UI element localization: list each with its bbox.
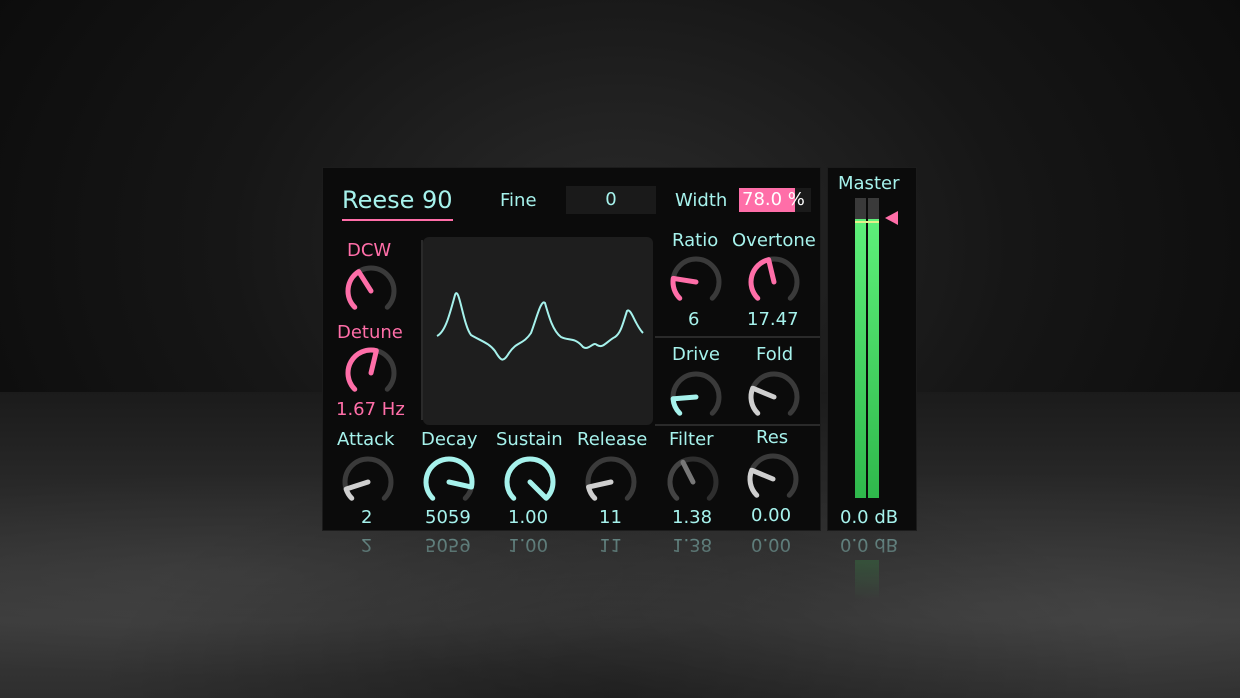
overtone-knob[interactable] [745,253,803,311]
knob-arc [423,456,475,501]
ratio-knob-graphic [670,256,722,301]
knob-track [342,456,394,501]
meter-right [868,198,879,498]
ratio-knob[interactable] [667,253,725,311]
detune-knob[interactable] [342,344,400,402]
fine-label: Fine [500,190,537,211]
attack-knob[interactable] [339,453,397,511]
drive-label: Drive [672,344,720,365]
sustain-knob[interactable] [501,453,559,511]
knob-needle [680,459,696,485]
panel-reflection: 2 5059 1.00 11 1.38 0.00 0.0 dB [323,530,916,600]
knob-arc [748,257,772,301]
res-knob-graphic [747,453,799,498]
drive-knob-graphic [670,371,722,416]
knob-arc [504,456,556,501]
filter-value: 1.38 [672,507,713,528]
master-label: Master [838,173,900,194]
harmonics-divider-1 [655,336,820,338]
knob-needle [671,276,699,285]
reflect-master-value: 0.0 dB [840,534,899,555]
attack-knob-graphic [342,456,394,501]
harmonics-divider-2 [655,424,820,426]
sustain-knob-graphic [504,456,556,501]
knob-needle [766,258,777,285]
reflect-sustain-value: 1.00 [508,534,549,555]
drive-knob[interactable] [667,368,725,426]
knob-needle [750,468,776,482]
filter-knob[interactable] [664,453,722,511]
reflect-meter [855,560,879,600]
knob-track [748,371,800,416]
release-label: Release [577,429,648,450]
ratio-label: Ratio [672,230,719,251]
overtone-label: Overtone [732,230,816,251]
knob-needle [587,479,614,490]
attack-label: Attack [337,429,395,450]
fold-knob[interactable] [745,368,803,426]
release-value: 11 [599,507,622,528]
knob-arc [345,269,362,310]
overtone-value: 17.47 [747,309,799,330]
width-field[interactable]: 78.0 % [739,188,811,212]
master-value: 0.0 dB [840,507,899,528]
res-value: 0.00 [751,505,792,526]
width-value: 78.0 % [742,189,805,210]
decay-knob-graphic [423,456,475,501]
decay-knob[interactable] [420,453,478,511]
detune-value: 1.67 Hz [336,399,405,420]
meter-right-fill [868,219,879,498]
detune-knob-graphic [345,347,397,392]
master-level-triangle-icon[interactable] [885,211,898,225]
knob-needle [527,479,549,501]
knob-needle [751,386,777,400]
fine-value: 0 [605,189,617,210]
device-title-underline [342,219,453,221]
width-label: Width [675,190,728,211]
filter-knob-graphic [667,456,719,501]
attack-value: 2 [361,507,373,528]
sustain-value: 1.00 [508,507,549,528]
release-knob-graphic [585,456,637,501]
device-title: Reese 90 [342,186,453,214]
sustain-label: Sustain [496,429,563,450]
knob-arc [667,459,686,501]
fold-label: Fold [756,344,794,365]
reflect-filter-value: 1.38 [672,534,713,555]
decay-label: Decay [421,429,478,450]
dcw-knob-graphic [345,265,397,310]
knob-track [670,371,722,416]
meter-left [855,198,866,498]
res-knob[interactable] [744,450,802,508]
knob-needle [356,269,374,294]
knob-needle [671,394,699,402]
knob-needle [344,479,371,492]
decay-value: 5059 [425,507,471,528]
fold-knob-graphic [748,371,800,416]
reflect-attack-value: 2 [361,534,373,555]
reflect-release-value: 11 [599,534,622,555]
filter-label: Filter [669,429,714,450]
overtone-knob-graphic [748,256,800,301]
knob-track [585,456,637,501]
fine-field[interactable]: 0 [566,186,656,214]
reflect-res-value: 0.00 [751,534,792,555]
res-label: Res [756,427,789,448]
knob-needle [446,479,473,490]
release-knob[interactable] [582,453,640,511]
ratio-value: 6 [688,309,700,330]
reflect-decay-value: 5059 [425,534,471,555]
meter-left-fill [855,219,866,498]
detune-label: Detune [337,322,403,343]
meter-peak-line [855,221,879,223]
dcw-knob[interactable] [342,262,400,320]
waveform-icon [436,292,644,361]
waveform-display [423,237,653,425]
dcw-label: DCW [347,240,392,261]
knob-needle [368,349,379,376]
knob-track [747,453,799,498]
